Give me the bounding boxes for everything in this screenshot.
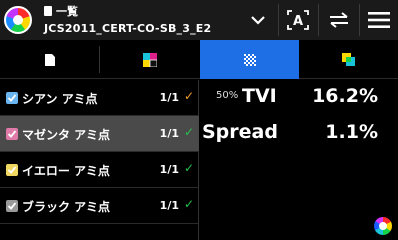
document-icon: [44, 53, 55, 66]
check-icon: [7, 130, 17, 138]
list-item-label: シアン アミ点: [22, 92, 98, 106]
tab-document[interactable]: [0, 40, 99, 79]
app-logo-icon[interactable]: [4, 6, 32, 34]
overlay-squares-icon: [342, 52, 355, 66]
hamburger-menu-icon: [368, 12, 390, 28]
tab-color-patches[interactable]: [100, 40, 199, 79]
tvi-label: TVI: [242, 85, 277, 107]
swap-button[interactable]: [319, 0, 359, 40]
list-item[interactable]: イエロー アミ点 1/1 ✓: [0, 152, 199, 188]
header-bar: 一覧 JCS2011_CERT-CO-SB_3_E2 A: [0, 0, 398, 40]
list-item-count: 1/1: [159, 163, 179, 176]
metrics-panel: 50% TVI 16.2% Spread 1.1%: [200, 80, 398, 240]
check-icon: [7, 94, 17, 102]
halftone-list: シアン アミ点 1/1 ✓ マゼンタ アミ点 1/1 ✓ イエロー アミ点 1/…: [0, 80, 199, 240]
list-title: 一覧: [56, 5, 78, 18]
checkbox[interactable]: [6, 92, 18, 104]
list-item-label: マゼンタ アミ点: [22, 128, 110, 142]
svg-text:A: A: [292, 14, 302, 29]
status-check-icon: ✓: [183, 89, 194, 103]
status-check-icon: ✓: [183, 197, 194, 211]
tvi-value: 16.2%: [312, 85, 378, 107]
list-item[interactable]: シアン アミ点 1/1 ✓: [0, 80, 199, 116]
color-wheel-icon[interactable]: [374, 217, 392, 235]
list-item-label: ブラック アミ点: [22, 200, 110, 214]
spread-label: Spread: [202, 121, 278, 143]
checkbox[interactable]: [6, 128, 18, 140]
tvi-percent: 50%: [216, 90, 239, 101]
view-tabs: [0, 40, 398, 79]
checkbox[interactable]: [6, 200, 18, 212]
list-item[interactable]: ブラック アミ点 1/1 ✓: [0, 188, 199, 224]
spread-value: 1.1%: [325, 121, 378, 143]
check-icon: [7, 202, 17, 210]
file-icon: [44, 6, 52, 16]
menu-button[interactable]: [360, 0, 398, 40]
list-item-count: 1/1: [159, 91, 179, 104]
halftone-dots-icon: [243, 53, 256, 66]
swap-arrows-icon: [330, 12, 348, 28]
color-patches-icon: [142, 52, 157, 67]
list-item-label: イエロー アミ点: [22, 164, 110, 178]
tab-overlay[interactable]: [300, 40, 398, 79]
text-recognition-button[interactable]: A: [279, 0, 316, 40]
status-check-icon: ✓: [183, 125, 194, 139]
checkbox[interactable]: [6, 164, 18, 176]
check-icon: [7, 166, 17, 174]
text-scan-icon: A: [286, 10, 309, 30]
chevron-down-icon[interactable]: [240, 0, 276, 40]
tab-halftone[interactable]: [200, 40, 299, 79]
list-item[interactable]: マゼンタ アミ点 1/1 ✓: [0, 116, 199, 152]
file-name-dropdown-label[interactable]: JCS2011_CERT-CO-SB_3_E2: [44, 22, 211, 35]
status-check-icon: ✓: [183, 161, 194, 175]
list-item-count: 1/1: [159, 199, 179, 212]
list-item-count: 1/1: [159, 127, 179, 140]
